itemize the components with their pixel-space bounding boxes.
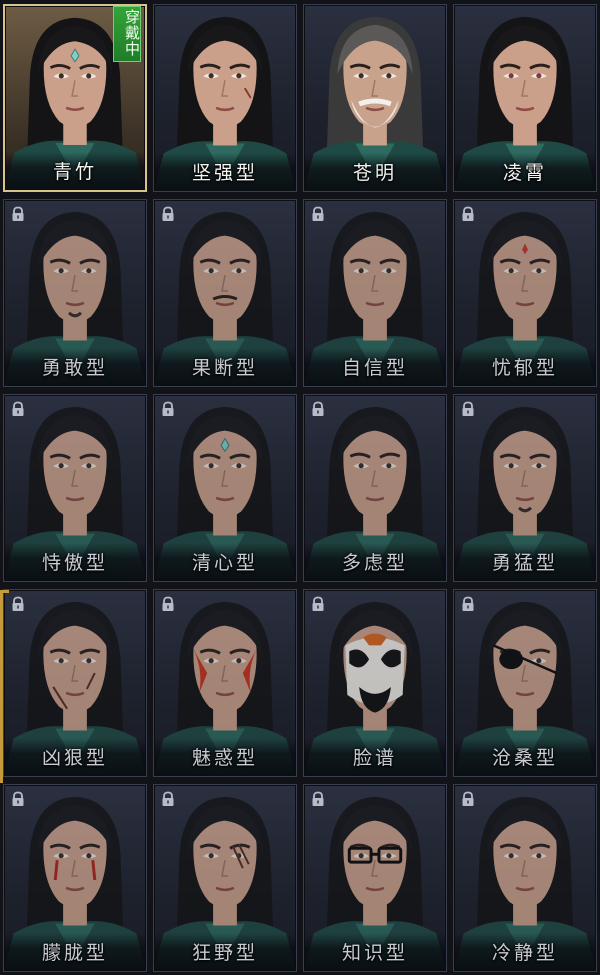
card-name: 自信型 [341,357,408,379]
card-name: 勇敢型 [41,357,108,379]
appearance-card[interactable]: 穿戴中青竹 [3,4,147,192]
appearance-card[interactable]: 自信型 [303,199,447,387]
card-name: 果断型 [191,357,258,379]
lock-icon [162,206,174,221]
appearance-card[interactable]: 苍明 [303,4,447,192]
appearance-card[interactable]: 恃傲型 [3,394,147,582]
card-name: 脸谱 [352,747,397,769]
lock-icon [462,401,474,416]
card-name: 魅惑型 [191,747,258,769]
appearance-card[interactable]: 坚强型 [153,4,297,192]
lock-icon [462,596,474,611]
lock-icon [312,791,324,806]
card-name: 朦胧型 [41,942,108,964]
card-name: 苍明 [352,162,397,184]
appearance-card[interactable]: 沧桑型 [453,589,597,777]
lock-icon [12,791,24,806]
lock-icon [462,206,474,221]
appearance-card[interactable]: 魅惑型 [153,589,297,777]
appearance-card[interactable]: 凌霄 [453,4,597,192]
appearance-grid: 穿戴中 青竹 坚强型 苍明 凌霄 勇敢型 果断型 自信型 忧郁型 恃傲型 清心型 多虑型 勇猛型 凶狠型魅… [0,0,600,975]
lock-icon [12,596,24,611]
card-name: 凌霄 [502,162,547,184]
lock-icon [312,206,324,221]
lock-icon [162,596,174,611]
lock-icon [462,791,474,806]
appearance-card[interactable]: 勇敢型 [3,199,147,387]
appearance-card[interactable]: 冷静型 [453,784,597,972]
card-name: 知识型 [341,942,408,964]
equipped-badge: 穿戴中 [113,6,141,62]
card-name: 坚强型 [191,162,258,184]
lock-icon [12,401,24,416]
card-name: 狂野型 [191,942,258,964]
appearance-card[interactable]: 知识型 [303,784,447,972]
card-name: 勇猛型 [491,552,558,574]
appearance-card[interactable]: 凶狠型 [3,589,147,777]
card-name: 青竹 [52,161,97,183]
lock-icon [12,206,24,221]
card-name: 多虑型 [341,552,408,574]
appearance-card[interactable]: 果断型 [153,199,297,387]
lock-icon [312,596,324,611]
card-name: 恃傲型 [41,552,108,574]
appearance-card[interactable]: 朦胧型 [3,784,147,972]
appearance-card[interactable]: 清心型 [153,394,297,582]
lock-icon [162,401,174,416]
lock-icon [312,401,324,416]
appearance-card[interactable]: 狂野型 [153,784,297,972]
card-name: 冷静型 [491,942,558,964]
card-name: 沧桑型 [491,747,558,769]
card-name: 凶狠型 [41,747,108,769]
appearance-card[interactable]: 忧郁型 [453,199,597,387]
appearance-card[interactable]: 勇猛型 [453,394,597,582]
lock-icon [162,791,174,806]
appearance-card[interactable]: 多虑型 [303,394,447,582]
card-name: 清心型 [191,552,258,574]
selection-edge-marker [0,590,9,783]
appearance-card[interactable]: 脸谱 [303,589,447,777]
card-name: 忧郁型 [491,357,558,379]
